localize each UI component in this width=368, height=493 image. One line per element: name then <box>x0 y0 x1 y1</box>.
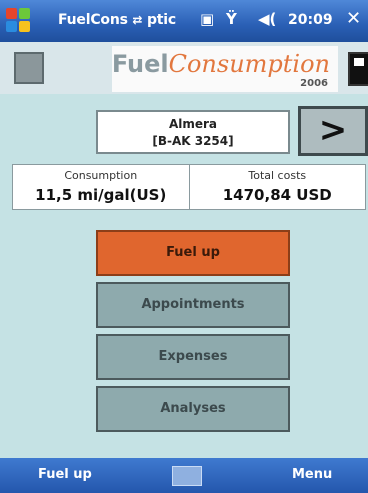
window-title-suffix: ptic <box>146 12 176 28</box>
signal-icon[interactable]: Ÿ <box>226 10 237 28</box>
connectivity-icon[interactable]: ⇄ <box>132 13 142 27</box>
fuel-up-button[interactable]: Fuel up <box>96 230 290 276</box>
clock[interactable]: 20:09 <box>288 12 333 28</box>
settings-button[interactable] <box>14 52 44 84</box>
app-logo: FuelConsumption 2006 <box>112 46 338 92</box>
vehicle-plate: [B-AK 3254] <box>152 134 234 148</box>
window-title: FuelCons ⇄ ptic <box>58 12 176 28</box>
logo-consumption-text: Consumption <box>168 50 330 78</box>
consumption-value: 11,5 mi/gal(US) <box>35 186 167 204</box>
vehicle-name: Almera <box>168 117 218 131</box>
save-icon[interactable] <box>348 52 368 86</box>
volume-icon[interactable]: ◀( <box>258 10 276 28</box>
logo-fuel-text: Fuel <box>111 50 169 78</box>
battery-icon[interactable]: ▣ <box>200 10 214 28</box>
analyses-button[interactable]: Analyses <box>96 386 290 432</box>
app-header: FuelConsumption 2006 <box>0 42 368 94</box>
status-bar: FuelCons ⇄ ptic ▣ Ÿ ◀( 20:09 ✕ <box>0 0 368 42</box>
softkey-menu[interactable]: Menu <box>292 467 332 482</box>
appointments-button[interactable]: Appointments <box>96 282 290 328</box>
consumption-label: Consumption <box>64 169 138 182</box>
close-button[interactable]: ✕ <box>346 8 361 29</box>
next-vehicle-button[interactable]: > <box>298 106 368 156</box>
softkey-fuel-up[interactable]: Fuel up <box>38 467 92 482</box>
consumption-stat: Consumption 11,5 mi/gal(US) <box>13 165 189 209</box>
window-title-text: FuelCons <box>58 12 128 28</box>
softkey-bar: Fuel up Menu <box>0 458 368 493</box>
total-costs-stat: Total costs 1470,84 USD <box>188 165 366 209</box>
windows-start-icon[interactable] <box>6 8 32 34</box>
logo-title: FuelConsumption <box>112 50 330 78</box>
stats-panel: Consumption 11,5 mi/gal(US) Total costs … <box>12 164 366 210</box>
total-costs-label: Total costs <box>248 169 307 182</box>
vehicle-selector[interactable]: Almera [B-AK 3254] <box>96 110 290 154</box>
main-panel: Almera [B-AK 3254] > Consumption 11,5 mi… <box>0 94 368 458</box>
expenses-button[interactable]: Expenses <box>96 334 290 380</box>
main-menu: Fuel up Appointments Expenses Analyses <box>96 230 290 438</box>
logo-year: 2006 <box>300 78 328 89</box>
keyboard-icon[interactable] <box>172 466 202 486</box>
total-costs-value: 1470,84 USD <box>222 186 332 204</box>
